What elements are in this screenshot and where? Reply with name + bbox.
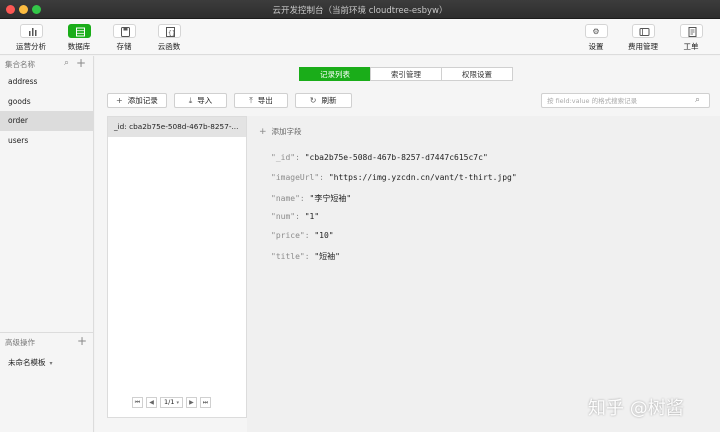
add-template-icon[interactable]: + (77, 334, 87, 348)
toolbar-settings-label: 设置 (588, 42, 604, 51)
add-field-label: 添加字段 (271, 127, 302, 136)
add-record-label: 添加记录 (127, 96, 158, 105)
next-page-icon[interactable]: ▶ (185, 397, 197, 408)
field-separator: : (299, 194, 310, 203)
upload-icon: ⤒ (249, 96, 253, 105)
field-row[interactable]: "name": "李宁短袖" (271, 193, 351, 204)
main-toolbar: 运营分析 数据库 存储 {} 云函数 ⚙ 设置 费用管理 工单 (0, 19, 720, 55)
collection-header-label: 集合名称 (5, 60, 35, 69)
field-separator: : (304, 252, 315, 261)
field-row[interactable]: "price": "10" (271, 231, 334, 240)
field-separator: : (295, 153, 305, 162)
toolbar-analytics-button[interactable]: 运营分析 (11, 24, 51, 52)
import-label: 导入 (197, 96, 213, 105)
field-value: "短袖" (314, 252, 340, 261)
page-select[interactable]: 1/1 ▾ (160, 397, 183, 408)
svg-text:{}: {} (168, 30, 176, 37)
record-search-input[interactable] (541, 93, 710, 108)
template-label: 未命名模板 (8, 358, 46, 367)
window-titlebar: 云开发控制台（当前环境 cloudtree-esbyw） (0, 0, 720, 19)
toolbar-analytics-label: 运营分析 (16, 42, 46, 51)
database-icon (67, 24, 91, 38)
tab-bar: 记录列表 索引管理 权限设置 (299, 67, 513, 81)
field-separator: : (295, 212, 305, 221)
tab-records[interactable]: 记录列表 (299, 67, 371, 81)
add-record-button[interactable]: + 添加记录 (107, 93, 167, 108)
prev-page-icon[interactable]: ◀ (146, 397, 157, 408)
export-button[interactable]: ⤒ 导出 (234, 93, 288, 108)
collection-item-users[interactable]: users (0, 131, 93, 151)
toolbar-cloud-function-label: 云函数 (157, 42, 181, 51)
field-key: "_id" (271, 153, 296, 162)
watermark: 知乎 @树酱 (588, 398, 684, 419)
add-collection-icon[interactable]: + (76, 56, 86, 70)
tab-indexes[interactable]: 索引管理 (370, 67, 442, 81)
bar-chart-icon (19, 24, 43, 38)
add-field-button[interactable]: + 添加字段 (259, 126, 302, 137)
billing-icon (631, 24, 655, 38)
record-actions: + 添加记录 ⤓ 导入 ⤒ 导出 ↻ 刷新 (107, 93, 359, 108)
toolbar-database-button[interactable]: 数据库 (59, 24, 99, 52)
field-separator: : (304, 231, 315, 240)
caret-down-icon: ▾ (176, 400, 179, 406)
field-key: "num" (271, 212, 296, 221)
record-list: _id: cba2b75e-508d-467b-8257-... ⏮ ◀ 1/1… (107, 116, 247, 418)
export-label: 导出 (257, 96, 273, 105)
toolbar-cloud-function-button[interactable]: {} 云函数 (149, 24, 189, 52)
page-value: 1/1 (164, 398, 175, 406)
toolbar-billing-button[interactable]: 费用管理 (623, 24, 663, 52)
field-key: "title" (271, 252, 305, 261)
field-row[interactable]: "title": "短袖" (271, 251, 340, 262)
field-value: "cba2b75e-508d-467b-8257-d7447c615c7c" (304, 153, 488, 162)
first-page-icon[interactable]: ⏮ (132, 397, 143, 408)
field-value: "1" (304, 212, 320, 221)
collection-item-goods[interactable]: goods (0, 92, 93, 112)
record-list-item[interactable]: _id: cba2b75e-508d-467b-8257-... (108, 117, 246, 137)
refresh-button[interactable]: ↻ 刷新 (294, 93, 352, 108)
tab-permissions[interactable]: 权限设置 (441, 67, 513, 81)
collection-header: 集合名称 ⌕ + (0, 56, 93, 72)
toolbar-database-label: 数据库 (67, 42, 91, 51)
cloud-function-icon: {} (157, 24, 181, 38)
plus-icon: + (259, 127, 267, 137)
collection-item-order[interactable]: order (0, 111, 93, 131)
window-title: 云开发控制台（当前环境 cloudtree-esbyw） (272, 6, 448, 16)
storage-icon (112, 24, 136, 38)
last-page-icon[interactable]: ⏭ (199, 397, 211, 408)
refresh-icon: ↻ (309, 96, 317, 105)
field-key: "imageUrl" (271, 173, 320, 182)
toolbar-settings-button[interactable]: ⚙ 设置 (576, 24, 616, 52)
download-icon: ⤓ (188, 96, 193, 105)
pagination: ⏮ ◀ 1/1 ▾ ▶ ⏭ (132, 397, 214, 408)
search-icon[interactable]: ⌕ (64, 58, 69, 68)
field-value: "10" (314, 231, 334, 240)
field-value: "李宁短袖" (309, 194, 352, 203)
template-item[interactable]: 未命名模板 ▾ (8, 357, 53, 368)
field-separator: : (319, 173, 329, 182)
field-row[interactable]: "_id": "cba2b75e-508d-467b-8257-d7447c61… (271, 153, 488, 162)
advanced-operations-header: 高级操作 + (0, 332, 94, 348)
field-key: "name" (271, 194, 300, 203)
toolbar-storage-button[interactable]: 存储 (104, 24, 144, 52)
toolbar-ticket-button[interactable]: 工单 (671, 24, 711, 52)
field-row[interactable]: "imageUrl": "https://img.yzcdn.cn/vant/t… (271, 173, 517, 182)
toolbar-billing-label: 费用管理 (628, 42, 658, 51)
plus-icon: + (116, 96, 123, 105)
search-icon[interactable]: ⌕ (695, 95, 700, 105)
caret-down-icon: ▾ (49, 360, 53, 367)
toolbar-storage-label: 存储 (116, 42, 132, 51)
field-row[interactable]: "num": "1" (271, 212, 319, 221)
gear-icon: ⚙ (584, 24, 608, 38)
collection-item-address[interactable]: address (0, 72, 93, 92)
collection-sidebar: 集合名称 ⌕ + address goods order users 高级操作 … (0, 56, 94, 432)
import-button[interactable]: ⤓ 导入 (173, 93, 228, 108)
record-detail: + 添加字段 "_id": "cba2b75e-508d-467b-8257-d7… (247, 116, 720, 432)
toolbar-ticket-label: 工单 (683, 42, 699, 51)
refresh-label: 刷新 (321, 96, 337, 105)
main-panel: 记录列表 索引管理 权限设置 + 添加记录 ⤓ 导入 ⤒ 导出 ↻ 刷新 ⌕ _id: … (95, 56, 720, 432)
field-value: "https://img.yzcdn.cn/vant/t-thirt.jpg" (328, 173, 517, 182)
ticket-icon (679, 24, 703, 38)
field-key: "price" (271, 231, 305, 240)
advanced-operations-label: 高级操作 (5, 338, 35, 347)
